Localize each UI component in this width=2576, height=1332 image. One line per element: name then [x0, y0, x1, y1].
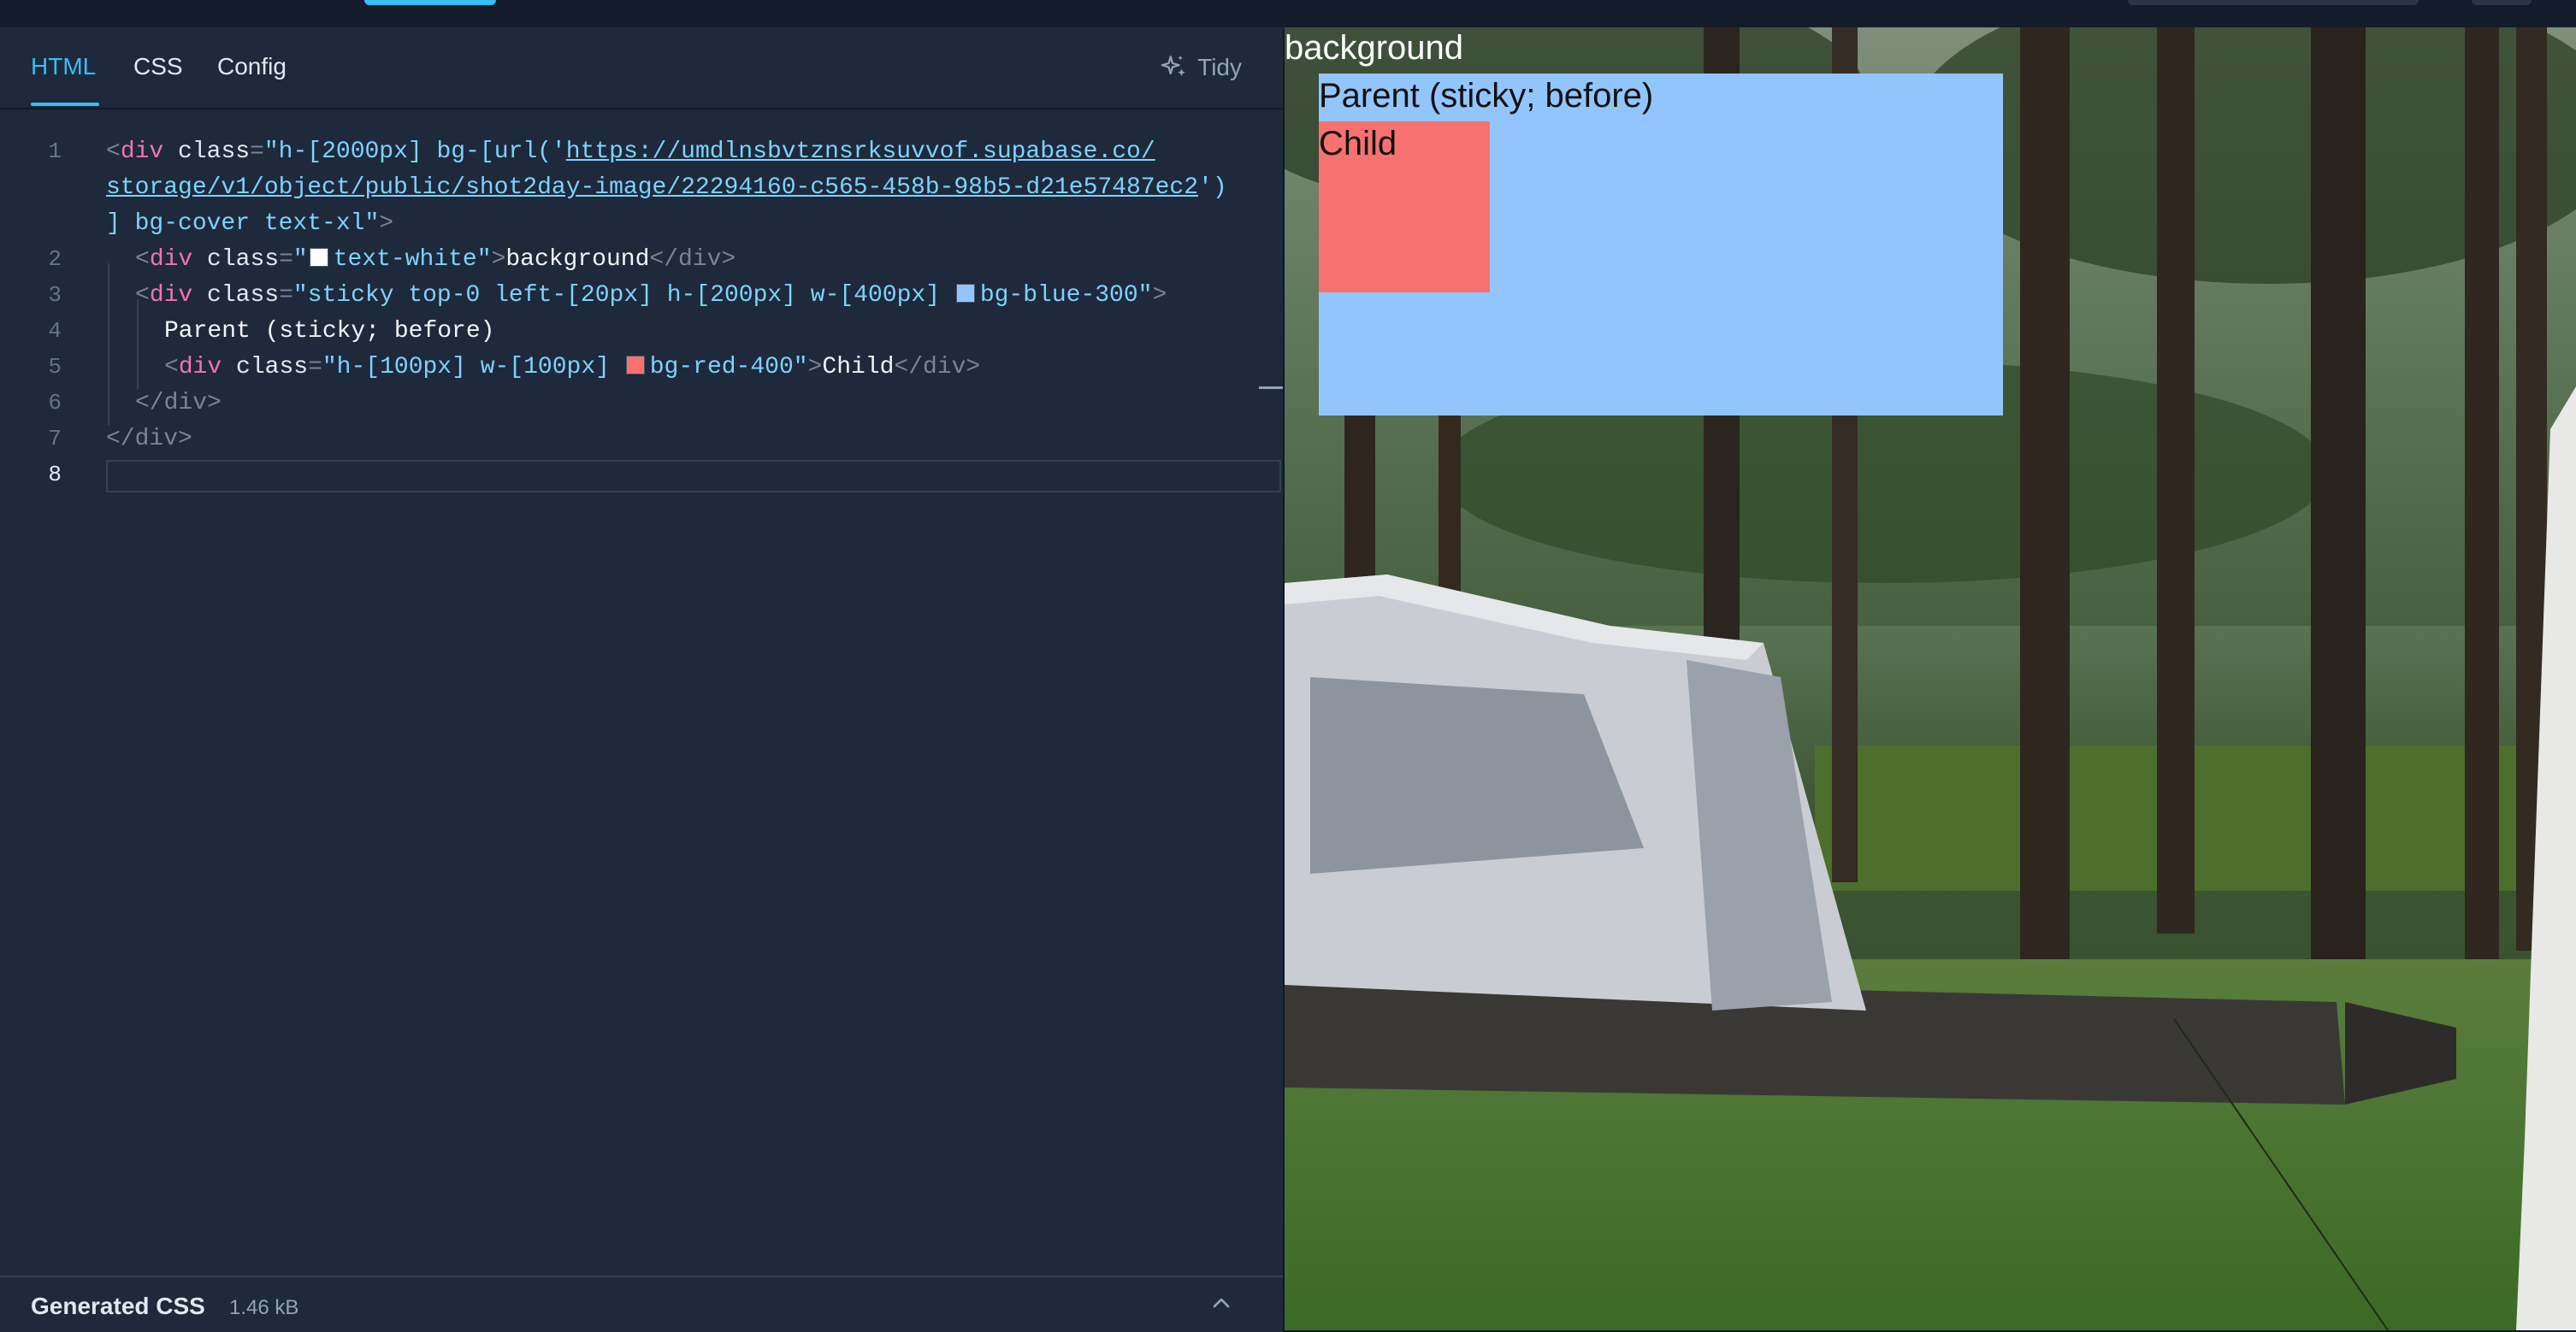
line-number: 8 [48, 462, 62, 487]
top-bar [0, 0, 2576, 29]
editor-tabs: HTML CSS Config Tidy [0, 27, 1283, 109]
code-line-4: Parent (sticky; before) [164, 318, 495, 345]
tidy-label: Tidy [1197, 54, 1242, 80]
line-number: 2 [48, 246, 62, 272]
preview-background-text: background [1285, 29, 1464, 67]
active-line-highlight [106, 460, 1281, 492]
parent-label: Parent (sticky; before) [1319, 77, 1654, 115]
sparkles-icon [1161, 55, 1185, 76]
image-url-link[interactable]: https://umdlnsbvtznsrksuvvof.supabase.co… [566, 139, 1155, 165]
version-selector[interactable] [2128, 0, 2419, 5]
sticky-parent-box: Parent (sticky; before) Child [1319, 74, 2003, 416]
color-swatch-white [309, 247, 328, 267]
color-swatch-blue [955, 283, 975, 303]
code-line-6: </div> [135, 390, 222, 416]
indent-guide [137, 299, 139, 390]
chevron-up-icon[interactable] [1208, 1289, 1235, 1317]
line-number: 4 [48, 318, 62, 344]
code-editor[interactable]: 1 2 3 4 5 6 7 8 <div class="h-[2000px] b… [0, 109, 1283, 1272]
tab-html[interactable]: HTML [31, 53, 96, 80]
code-line-5: <div class="h-[100px] w-[100px] bg-red-4… [164, 354, 981, 380]
generated-css-size: 1.46 kB [229, 1296, 299, 1319]
child-label: Child [1319, 125, 1397, 162]
generated-css-panel[interactable]: Generated CSS 1.46 kB [0, 1276, 1283, 1332]
line-number: 1 [48, 139, 62, 164]
share-button[interactable] [364, 0, 496, 5]
tab-css[interactable]: CSS [133, 53, 183, 80]
tab-config[interactable]: Config [217, 53, 287, 80]
active-tab-indicator [31, 103, 99, 106]
menu-button[interactable] [2472, 0, 2532, 5]
line-number: 6 [48, 390, 62, 416]
child-box: Child [1319, 121, 1490, 292]
color-swatch-red [625, 355, 645, 374]
code-line-1: <div class="h-[2000px] bg-[url('https://… [106, 139, 1155, 165]
code-line-2: <div class=" text-white">background</div> [135, 246, 736, 273]
image-url-link[interactable]: storage/v1/object/public/shot2day-image/… [106, 174, 1198, 201]
code-line-1-wrap: ] bg-cover text-xl"> [106, 210, 394, 237]
editor-pane: HTML CSS Config Tidy 1 2 3 4 5 6 7 8 <di… [0, 27, 1283, 1332]
code-line-1-wrap: storage/v1/object/public/shot2day-image/… [106, 174, 1227, 201]
code-line-3: <div class="sticky top-0 left-[20px] h-[… [135, 282, 1167, 309]
tidy-button[interactable]: Tidy [1160, 53, 1242, 82]
generated-css-title: Generated CSS [31, 1293, 205, 1319]
line-number: 5 [48, 354, 62, 380]
line-number: 7 [48, 426, 62, 451]
code-line-7: </div> [106, 426, 192, 452]
line-number: 3 [48, 282, 62, 308]
scrollbar-marker[interactable] [1259, 386, 1283, 389]
indent-guide [108, 263, 109, 426]
preview-pane: background Parent (sticky; before) Child [1285, 27, 2576, 1330]
